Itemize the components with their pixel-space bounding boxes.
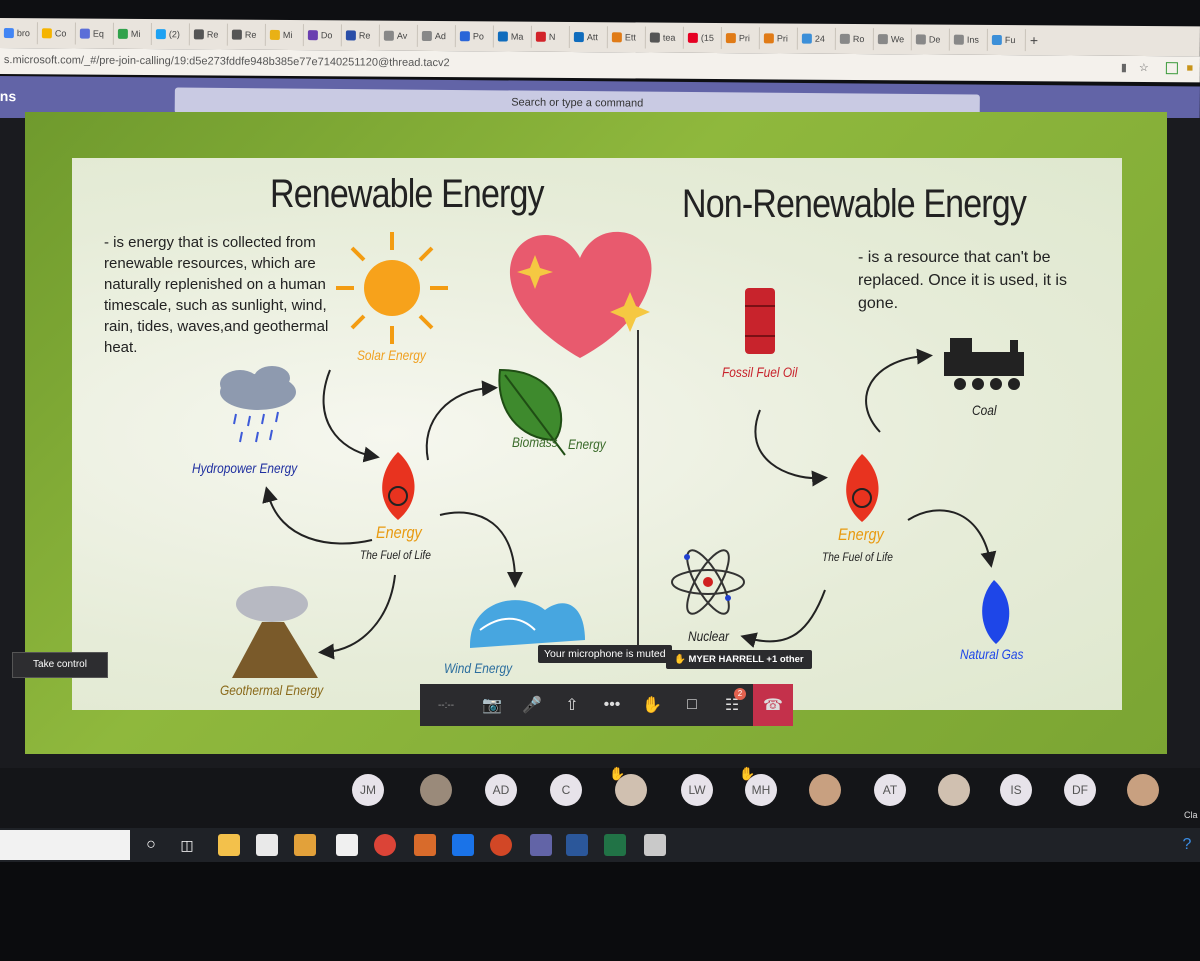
- hydro-label: Hydropower Energy: [192, 460, 298, 476]
- sun-icon: [336, 232, 448, 344]
- call-timer: --:--: [437, 699, 455, 711]
- participants-icon[interactable]: ☷: [712, 684, 752, 726]
- mail-icon[interactable]: [452, 834, 474, 856]
- volcano-icon: [232, 586, 318, 678]
- participant-avatar[interactable]: AT: [874, 774, 906, 806]
- word-icon[interactable]: [566, 834, 588, 856]
- raise-hand-icon[interactable]: ✋: [632, 684, 672, 726]
- rain-cloud-icon: [220, 366, 296, 443]
- media-icon[interactable]: [294, 834, 316, 856]
- raised-hands-banner[interactable]: ✋ MYER HARRELL +1 other: [666, 650, 812, 669]
- wave-icon: [470, 600, 585, 648]
- participant-avatar[interactable]: AD: [485, 774, 517, 806]
- help-icon[interactable]: ?: [1176, 834, 1198, 856]
- side-label: Cla: [1184, 810, 1198, 820]
- coal-train-icon: [944, 338, 1024, 390]
- excel-icon[interactable]: [604, 834, 626, 856]
- participant-avatar[interactable]: C: [550, 774, 582, 806]
- mic-muted-tooltip: Your microphone is muted: [538, 645, 672, 663]
- flame-icon: [382, 452, 415, 520]
- participant-avatar[interactable]: JM: [352, 774, 384, 806]
- coal-label: Coal: [972, 402, 997, 418]
- gas-label: Natural Gas: [960, 646, 1024, 662]
- participant-avatar[interactable]: LW: [681, 774, 713, 806]
- chrome-icon[interactable]: [374, 834, 396, 856]
- notepad-icon[interactable]: [336, 834, 358, 856]
- biomass-label: Biomass: [512, 434, 558, 450]
- powerpoint-icon[interactable]: [490, 834, 512, 856]
- teams-icon[interactable]: [530, 834, 552, 856]
- store-icon[interactable]: [256, 834, 278, 856]
- taskbar-search[interactable]: [0, 830, 130, 860]
- oil-barrel-icon: [745, 288, 775, 354]
- atom-icon: [671, 549, 745, 615]
- fuel-of-life-label: The Fuel of Life: [360, 548, 431, 562]
- monitor-bezel: [0, 862, 1200, 961]
- mic-off-icon[interactable]: 🎤: [512, 684, 552, 726]
- participant-avatar[interactable]: [1127, 774, 1159, 806]
- participants-badge: 2: [734, 688, 746, 700]
- fuel-of-life-label-2: The Fuel of Life: [822, 550, 893, 564]
- slide-divider-line: [637, 330, 639, 648]
- solar-label: Solar Energy: [357, 347, 426, 363]
- participant-avatar[interactable]: [809, 774, 841, 806]
- energy-label: Energy: [376, 523, 422, 542]
- participant-avatar[interactable]: IS: [1000, 774, 1032, 806]
- nuclear-label: Nuclear: [688, 628, 730, 644]
- participant-avatar[interactable]: DF: [1064, 774, 1096, 806]
- task-view-icon[interactable]: ◫: [176, 834, 198, 856]
- file-explorer-icon[interactable]: [218, 834, 240, 856]
- geothermal-label: Geothermal Energy: [220, 682, 324, 698]
- energy-label-2: Energy: [838, 525, 884, 544]
- windows-taskbar: ○ ◫ ?: [0, 828, 1200, 862]
- gas-flame-icon: [982, 580, 1010, 644]
- chat-icon[interactable]: □: [672, 684, 712, 726]
- oil-label: Fossil Fuel Oil: [722, 364, 798, 380]
- app-icon[interactable]: [414, 834, 436, 856]
- camera-off-icon[interactable]: 📷: [472, 684, 512, 726]
- raised-hands-text: MYER HARRELL +1 other: [688, 654, 804, 665]
- raised-hand-icon: ✋: [739, 766, 756, 781]
- participant-avatar[interactable]: [938, 774, 970, 806]
- participant-avatar[interactable]: [420, 774, 452, 806]
- cortana-icon[interactable]: ○: [140, 834, 162, 856]
- take-control-button[interactable]: Take control: [12, 652, 108, 678]
- flame-icon: [846, 454, 879, 522]
- share-screen-icon[interactable]: ⇧: [552, 684, 592, 726]
- wind-label: Wind Energy: [444, 660, 513, 676]
- snip-icon[interactable]: [644, 834, 666, 856]
- heart-sticker: [509, 231, 652, 358]
- hang-up-button[interactable]: ☎: [753, 684, 793, 726]
- participant-strip: JM AD C ✋ LW MH ✋ AT IS DF: [0, 766, 1200, 828]
- more-options-icon[interactable]: •••: [592, 684, 632, 726]
- biomass-energy-label: Energy: [568, 436, 606, 452]
- raised-hand-icon: ✋: [609, 766, 626, 781]
